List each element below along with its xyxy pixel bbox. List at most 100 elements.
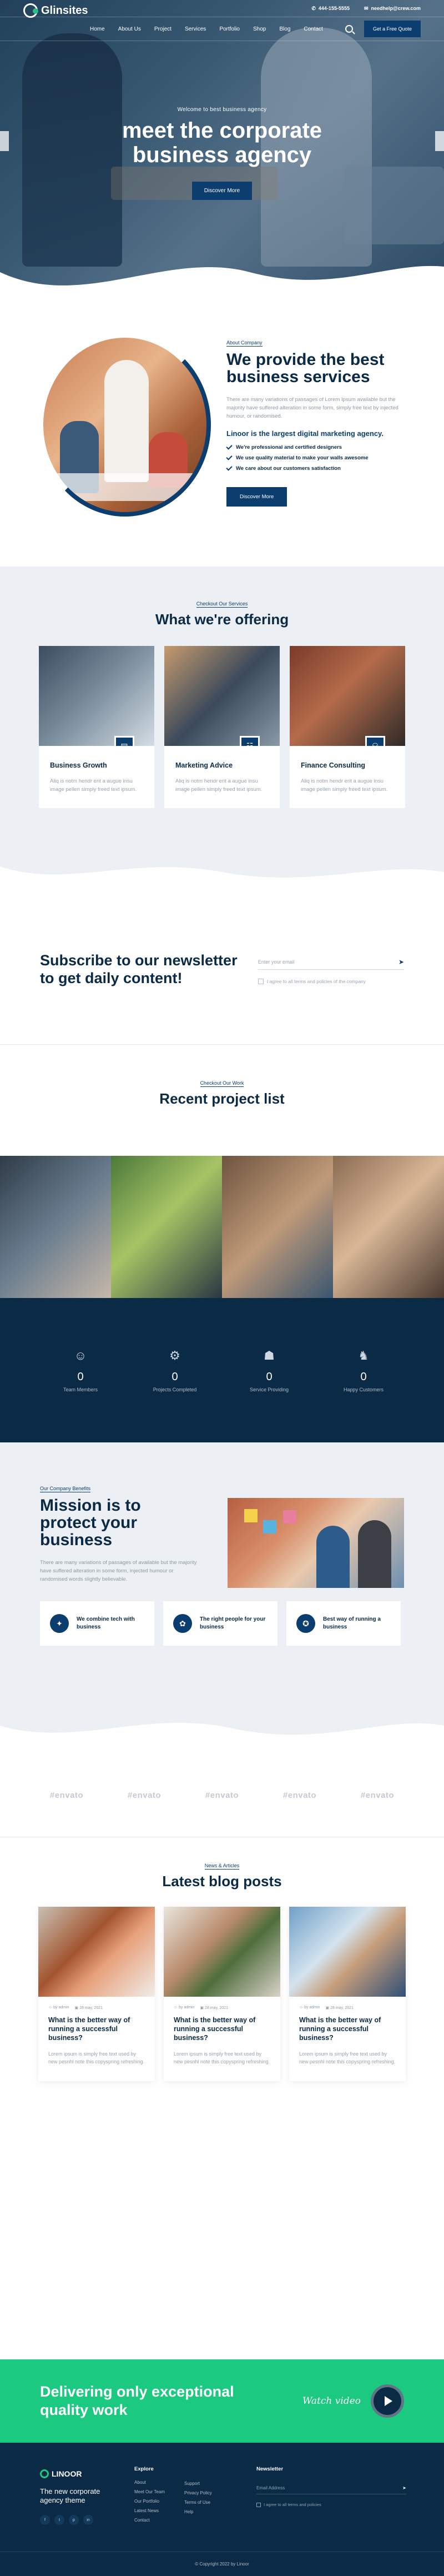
brand-logo: #envato bbox=[127, 1790, 162, 1800]
get-quote-button[interactable]: Get a Free Quote bbox=[364, 21, 421, 37]
about-text: There are many variations of passages of… bbox=[226, 397, 398, 419]
project-image[interactable] bbox=[0, 1156, 111, 1298]
projects-kicker: Checkout Our Work bbox=[200, 1080, 244, 1087]
check-icon bbox=[226, 464, 233, 471]
post-excerpt: Lorem ipsum is simply free text used by … bbox=[299, 2051, 396, 2064]
about-kicker: About Company bbox=[226, 340, 263, 347]
people-icon: ✿ bbox=[173, 1614, 192, 1633]
project-image[interactable] bbox=[333, 1156, 444, 1298]
about-lead: Linoor is the largest digital marketing … bbox=[226, 429, 384, 438]
footer-email-input[interactable]: Email Address ➤ bbox=[256, 2482, 406, 2494]
service-card[interactable]: ⚇ Finance Consulting Aliq is notm hendr … bbox=[290, 646, 405, 808]
service-card[interactable]: ▤ Business Growth Aliq is notm hendr eri… bbox=[39, 646, 154, 808]
send-icon[interactable]: ➤ bbox=[402, 2485, 406, 2490]
cta-banner: Delivering only exceptional quality work… bbox=[0, 2359, 444, 2443]
brand-logo: #envato bbox=[49, 1790, 84, 1800]
footer-link[interactable]: Contact bbox=[134, 2518, 165, 2523]
about-title: We provide the best business services bbox=[226, 350, 385, 386]
menu-item-contact[interactable]: Contact bbox=[304, 26, 322, 32]
facebook-icon[interactable]: f bbox=[40, 2515, 50, 2525]
tech-icon: ✦ bbox=[50, 1614, 69, 1633]
play-icon[interactable] bbox=[371, 2384, 404, 2418]
send-icon[interactable]: ➤ bbox=[398, 958, 404, 966]
pinterest-icon[interactable]: p bbox=[69, 2515, 79, 2525]
twitter-icon[interactable]: t bbox=[54, 2515, 64, 2525]
topbar-email[interactable]: ✉ needhelp@crew.com bbox=[364, 6, 421, 12]
menu-item-services[interactable]: Services bbox=[185, 26, 206, 32]
footer-newsletter: Newsletter Email Address ➤ I agree to all… bbox=[256, 2466, 406, 2507]
project-gallery bbox=[0, 1156, 444, 1298]
footer-tagline: The new corporate agency theme bbox=[40, 2487, 100, 2504]
post-title[interactable]: What is the better way of running a succ… bbox=[174, 2016, 270, 2042]
services-section: Checkout Our Services What we're offerin… bbox=[0, 567, 444, 894]
footer-link[interactable]: Our Portfolio bbox=[134, 2499, 165, 2504]
service-title: Finance Consulting bbox=[301, 761, 365, 769]
social-links: f t p in bbox=[40, 2515, 93, 2525]
newsletter-agree[interactable]: I agree to all terms and policies of the… bbox=[258, 978, 404, 984]
footer-agree[interactable]: I agree to all terms and policies bbox=[256, 2502, 406, 2507]
post-title[interactable]: What is the better way of running a succ… bbox=[299, 2016, 396, 2042]
author-meta: ☺ by admin bbox=[48, 2006, 69, 2009]
post-title[interactable]: What is the better way of running a succ… bbox=[48, 2016, 145, 2042]
blog-post-card[interactable]: ☺ by admin ▣ 28 may, 2021 What is the bet… bbox=[289, 1907, 406, 2081]
service-text: Aliq is notm hendr erit a augue insu ima… bbox=[50, 778, 137, 793]
service-image: ▤ bbox=[39, 646, 154, 746]
menu-item-project[interactable]: Project bbox=[154, 26, 171, 32]
benefit-card: ✿ The right people for your business bbox=[163, 1601, 278, 1646]
services-kicker: Checkout Our Services bbox=[196, 601, 248, 608]
agree-checkbox[interactable] bbox=[258, 978, 264, 984]
date-meta: ▣ 28 may, 2021 bbox=[200, 2006, 228, 2010]
footer-link[interactable]: About bbox=[134, 2480, 165, 2485]
menu-item-home[interactable]: Home bbox=[90, 26, 105, 32]
about-checklist: We're professional and certified designe… bbox=[226, 443, 410, 472]
main-nav: Home About Us Project Services Portfolio… bbox=[0, 17, 444, 41]
project-image[interactable] bbox=[111, 1156, 222, 1298]
newsletter-email-input[interactable]: Enter your email ➤ bbox=[258, 955, 404, 970]
agree-checkbox[interactable] bbox=[256, 2502, 261, 2507]
logo-icon bbox=[40, 2469, 49, 2478]
stats-bar: ☺ 0 Team Members ⚙ 0 Projects Completed … bbox=[0, 1298, 444, 1442]
service-card[interactable]: ☷ Marketing Advice Aliq is notm hendr er… bbox=[164, 646, 280, 808]
date-meta: ▣ 28 may, 2021 bbox=[74, 2006, 103, 2010]
footer-link[interactable]: Help bbox=[184, 2509, 212, 2514]
copyright: © Copyright 2022 by Linoor bbox=[0, 2552, 444, 2576]
blog-post-card[interactable]: ☺ by admin ▣ 28 may, 2021 What is the bet… bbox=[164, 1907, 280, 2081]
footer-link[interactable]: Privacy Policy bbox=[184, 2490, 212, 2495]
service-title: Marketing Advice bbox=[175, 761, 233, 769]
menu-item-blog[interactable]: Blog bbox=[279, 26, 290, 32]
check-icon bbox=[226, 443, 233, 450]
footer-link[interactable]: Terms of Use bbox=[184, 2500, 212, 2505]
menu-item-about[interactable]: About Us bbox=[118, 26, 141, 32]
benefit-card: ✪ Best way of running a business bbox=[286, 1601, 401, 1646]
brand-logo: #envato bbox=[205, 1790, 239, 1800]
author-meta: ☺ by admin bbox=[174, 2006, 195, 2009]
menu-item-portfolio[interactable]: Portfolio bbox=[219, 26, 240, 32]
newsletter-title: Subscribe to our newsletter to get daily… bbox=[40, 952, 238, 986]
hero-discover-button[interactable]: Discover More bbox=[191, 182, 253, 200]
topbar: ✆ 444-155-5555 ✉ needhelp@crew.com bbox=[0, 0, 444, 17]
blog-post-card[interactable]: ☺ by admin ▣ 28 may, 2021 What is the bet… bbox=[38, 1907, 155, 2081]
service-text: Aliq is notm hendr erit a augue insu ima… bbox=[301, 778, 388, 793]
search-icon[interactable] bbox=[345, 25, 353, 33]
stat-customers: ♞ 0 Happy Customers bbox=[327, 1349, 400, 1392]
hero-section: Glinsites ✆ 444-155-5555 ✉ needhelp@crew.c… bbox=[0, 0, 444, 300]
project-image[interactable] bbox=[222, 1156, 333, 1298]
post-excerpt: Lorem ipsum is simply free text used by … bbox=[48, 2051, 145, 2064]
brand-logo: #envato bbox=[282, 1790, 317, 1800]
footer-explore: Explore About Meet Our Team Our Portfoli… bbox=[134, 2466, 165, 2523]
date-meta: ▣ 28 may, 2021 bbox=[325, 2006, 354, 2010]
about-discover-button[interactable]: Discover More bbox=[226, 487, 287, 507]
service-icon: ☗ bbox=[264, 1348, 275, 1362]
post-image bbox=[289, 1907, 406, 1997]
footer-logo[interactable]: LINOOR bbox=[40, 2469, 82, 2478]
menu-item-shop[interactable]: Shop bbox=[253, 26, 266, 32]
footer-link[interactable]: Latest News bbox=[134, 2508, 165, 2513]
newsletter-section: Subscribe to our newsletter to get daily… bbox=[0, 894, 444, 1044]
topbar-phone[interactable]: ✆ 444-155-5555 bbox=[311, 6, 350, 12]
hero-wave-divider bbox=[0, 265, 444, 300]
post-image bbox=[38, 1907, 155, 1997]
footer-link[interactable]: Support bbox=[184, 2481, 212, 2486]
service-image: ☷ bbox=[164, 646, 280, 746]
services-title: What we're offering bbox=[155, 611, 289, 628]
instagram-icon[interactable]: in bbox=[83, 2515, 93, 2525]
